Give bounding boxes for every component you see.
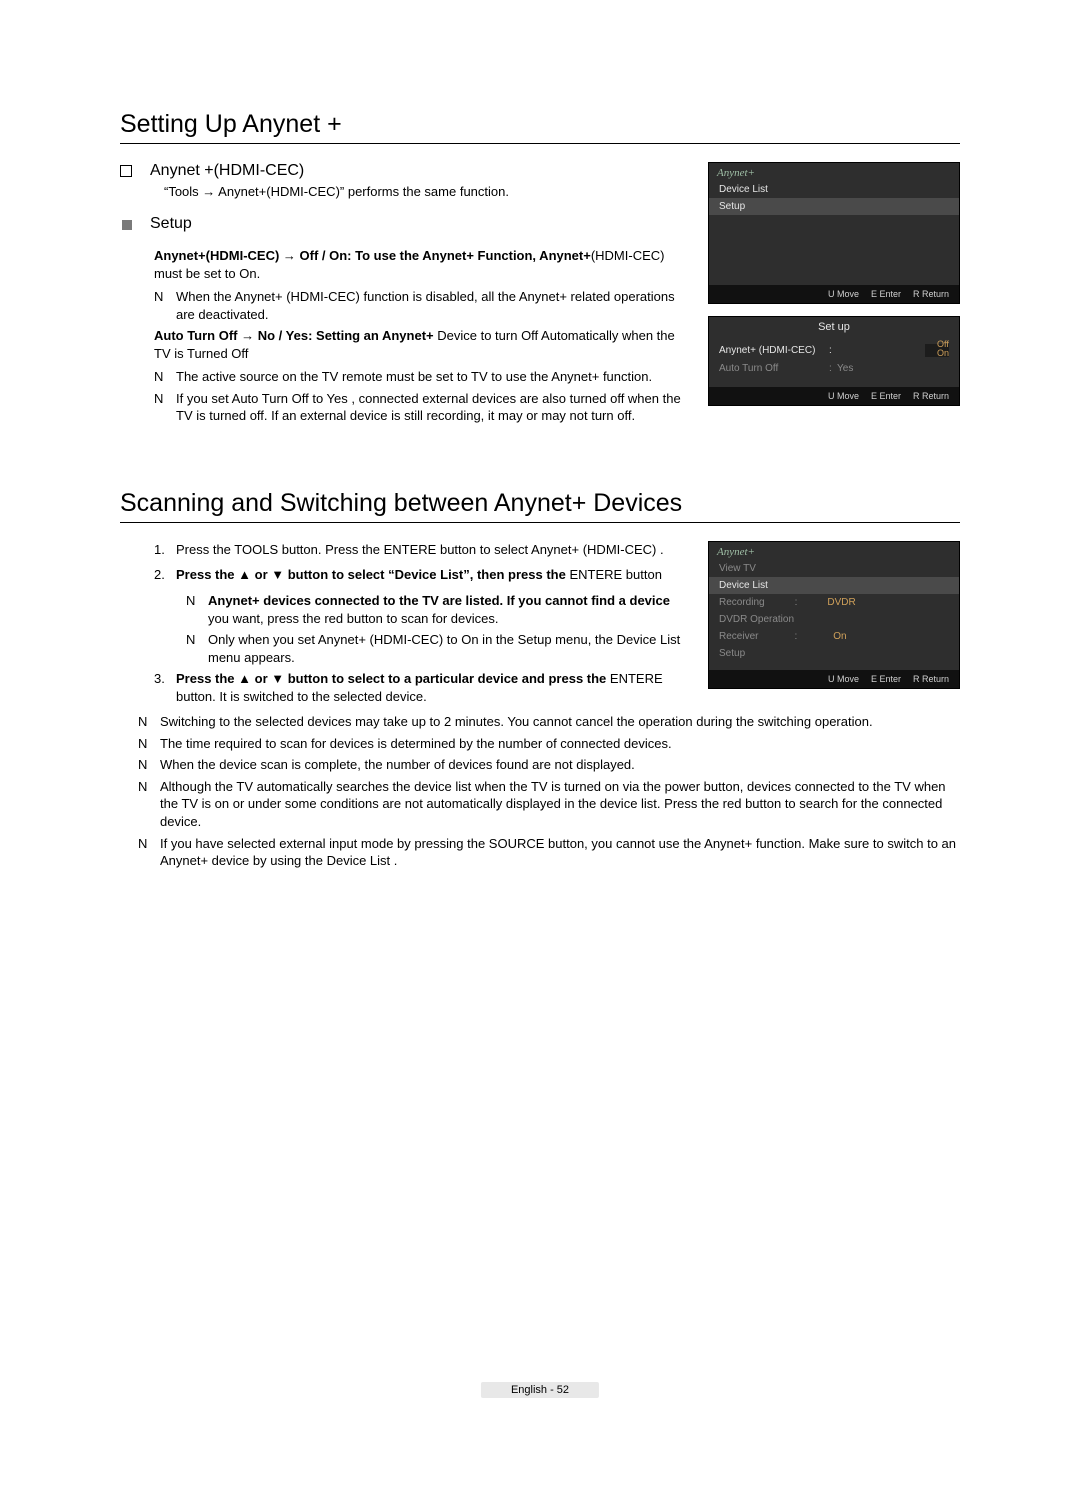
osd-anynet-menu: Anynet+ Device List Setup U Move E Enter… [708,162,960,304]
osd-hint-move: U Move [828,289,859,299]
note-marker: N [186,592,208,627]
note-auto-search: Although the TV automatically searches t… [160,778,960,831]
step-2: Press the ▲ or ▼ button to select “Devic… [176,566,692,584]
osd-hint-enter: E Enter [871,391,901,401]
osd-hint-move: U Move [828,674,859,684]
note-device-count: When the device scan is complete, the nu… [160,756,960,774]
list-number: 2. [154,566,176,584]
osd-setting-auto-turn-off-label: Auto Turn Off [719,363,829,374]
heading-scanning-switching: Scanning and Switching between Anynet+ D… [120,489,960,523]
osd-hint-return: R Return [913,674,949,684]
text-tools-path: “Tools → Anynet+(HDMI-CEC)” performs the… [164,184,692,199]
list-number: 1. [154,541,176,559]
osd-brand: Anynet+ [709,163,959,181]
note-switch-time: Switching to the selected devices may ta… [160,713,960,731]
osd-menu-item-device-list[interactable]: Device List [709,181,959,198]
osd-setting-hdmi-cec-value[interactable]: Off On [925,344,949,357]
osd-hint-return: R Return [913,391,949,401]
osd-footer: U Move E Enter R Return [709,670,959,688]
osd-setting-hdmi-cec-label: Anynet+ (HDMI-CEC) [719,345,829,356]
bullet-square-icon [122,220,132,230]
sub-note-device-list-appears: Only when you set Anynet+ (HDMI-CEC) to … [208,631,692,666]
subheading-anynet-hdmi-cec: Anynet +(HDMI-CEC) [150,162,692,180]
note-marker: N [138,713,160,731]
subheading-setup: Setup [150,215,692,233]
note-cec-disabled: When the Anynet+ (HDMI-CEC) function is … [176,288,692,323]
osd-menu-item-setup[interactable]: Setup [709,198,959,215]
osd-menu-item-setup[interactable]: Setup [709,645,959,662]
note-active-source: The active source on the TV remote must … [176,368,692,386]
osd-menu-item-recording[interactable]: Recording:DVDR [709,594,959,611]
note-marker: N [186,631,208,666]
list-number: 3. [154,670,176,705]
osd-footer: U Move E Enter R Return [709,285,959,303]
osd-menu-item-receiver[interactable]: Receiver:On [709,628,959,645]
text-auto-turn-off: Auto Turn Off → No / Yes: Setting an Any… [154,327,692,362]
bullet-outline-icon [120,165,132,177]
heading-setting-up-anynet: Setting Up Anynet + [120,110,960,144]
page-footer: English - 52 [481,1382,599,1398]
osd-title-setup: Set up [709,317,959,337]
step-3: Press the ▲ or ▼ button to select to a p… [176,670,692,705]
osd-setup-panel: Set up Anynet+ (HDMI-CEC) : Off On Auto … [708,316,960,406]
note-marker: N [138,835,160,870]
note-marker: N [138,735,160,753]
note-auto-turn-off-yes: If you set Auto Turn Off to Yes , connec… [176,390,692,425]
note-marker: N [154,390,176,425]
osd-hint-move: U Move [828,391,859,401]
osd-menu-item-view-tv[interactable]: View TV [709,560,959,577]
osd-brand: Anynet+ [709,542,959,560]
step-1: Press the TOOLS button. Press the ENTERE… [176,541,692,559]
osd-hint-enter: E Enter [871,674,901,684]
note-marker: N [154,288,176,323]
note-source-button: If you have selected external input mode… [160,835,960,870]
note-marker: N [138,778,160,831]
osd-footer: U Move E Enter R Return [709,387,959,405]
sub-note-scan-devices: Anynet+ devices connected to the TV are … [208,592,692,627]
osd-menu-item-dvdr-operation[interactable]: DVDR Operation [709,611,959,628]
osd-menu-item-device-list[interactable]: Device List [709,577,959,594]
osd-hint-return: R Return [913,289,949,299]
note-marker: N [138,756,160,774]
note-scan-time: The time required to scan for devices is… [160,735,960,753]
text-setup-desc: Anynet+(HDMI-CEC) → Off / On: To use the… [154,247,692,282]
osd-hint-enter: E Enter [871,289,901,299]
note-marker: N [154,368,176,386]
osd-setting-auto-turn-off-value[interactable]: Yes [837,363,853,374]
osd-anynet-device-menu: Anynet+ View TV Device List Recording:DV… [708,541,960,689]
